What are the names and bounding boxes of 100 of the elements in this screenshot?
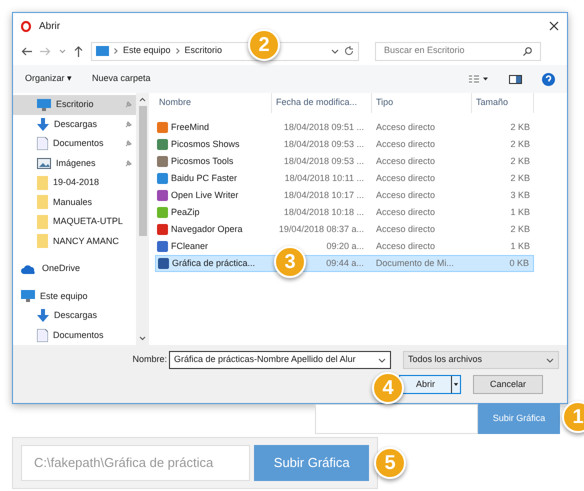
sidebar-item[interactable]: MAQUETA-UTPL (13, 212, 136, 232)
caret-icon (451, 376, 460, 393)
chevron-down-icon[interactable] (139, 336, 146, 341)
monitor-icon (37, 98, 51, 111)
file-type-dropdown[interactable]: Todos los archivos (403, 351, 559, 369)
file-date: 19/04/2018 08:37 a... (278, 222, 364, 236)
file-name: Picosmos Shows (171, 138, 240, 151)
file-type: Acceso directo (375, 172, 436, 185)
file-name-field[interactable]: Gráfica de prácticas-Nombre Apellido del Alur (169, 351, 391, 369)
pin-icon (125, 140, 132, 148)
pin-icon (125, 101, 132, 108)
sidebar-item[interactable]: Documentos (13, 326, 136, 345)
down-arrow-icon (37, 118, 49, 131)
breadcrumb[interactable]: Escritorio (184, 44, 222, 58)
file-date: 09:44 a... (326, 256, 364, 270)
file-size: 2 KB (509, 172, 531, 185)
file-row[interactable]: Picosmos Tools 18/04/2018 09:53 ... Acceso directo 2 KB (155, 153, 534, 170)
folder-icon (37, 195, 48, 210)
file-date: 18/04/2018 10:17 ... (284, 188, 364, 202)
file-type: Acceso directo (375, 120, 436, 134)
file-name: Gráfica de práctica... (172, 256, 256, 270)
chevron-up-icon[interactable] (139, 97, 146, 102)
opera-logo-icon (21, 20, 31, 32)
sidebar-item[interactable]: NANCY AMANC (13, 232, 136, 251)
file-row[interactable]: Open Live Writer 18/04/2018 10:17 ... Acceso directo 3 KB (155, 187, 534, 204)
file-size: 1 KB (509, 206, 531, 219)
scrollbar[interactable] (136, 93, 149, 345)
sidebar-item[interactable]: Escritorio (13, 95, 136, 114)
file-size: 2 KB (509, 154, 531, 168)
folder-icon (37, 176, 48, 190)
folder-icon (37, 214, 48, 229)
chevron-right-icon (114, 48, 118, 54)
column-header[interactable]: Tamaño (472, 93, 534, 113)
column-header[interactable]: Fecha de modifica... (272, 93, 372, 113)
file-name: Baidu PC Faster (171, 172, 238, 185)
organize-menu[interactable]: Organizar ▾ (25, 72, 72, 86)
folder-icon (37, 234, 48, 248)
up-arrow-icon[interactable] (74, 46, 83, 56)
file-date: 18/04/2018 09:53 ... (284, 154, 364, 168)
sidebar-item[interactable]: Imágenes (13, 154, 136, 173)
chevron-down-icon (546, 358, 554, 362)
sidebar-item[interactable]: OneDrive (13, 259, 136, 278)
file-row[interactable]: Picosmos Shows 18/04/2018 09:53 ... Acceso directo 2 KB (155, 136, 534, 153)
file-date: 18/04/2018 09:51 ... (284, 120, 364, 134)
file-row[interactable]: PeaZip 18/04/2018 10:18 ... Acceso directo 1 KB (155, 204, 534, 221)
chevron-down-icon[interactable] (331, 48, 339, 54)
file-size: 2 KB (509, 138, 531, 151)
sidebar-item[interactable]: Documentos (13, 134, 136, 154)
file-row[interactable]: Baidu PC Faster 18/04/2018 10:11 ... Acceso directo 2 KB (155, 170, 534, 187)
step-badge: 1 (562, 401, 584, 433)
file-name: Open Live Writer (171, 188, 238, 202)
column-header[interactable]: Nombre (155, 93, 272, 113)
document-icon (37, 328, 48, 342)
file-type: Documento de Mi... (374, 256, 455, 270)
pin-icon (125, 160, 132, 167)
sidebar-item[interactable]: Descargas (13, 114, 136, 134)
file-date: 18/04/2018 10:11 ... (284, 172, 364, 185)
new-folder-button[interactable]: Nueva carpeta (92, 72, 151, 86)
document-icon (37, 137, 48, 150)
file-path-field[interactable] (315, 404, 478, 434)
cancel-button[interactable]: Cancelar (473, 375, 543, 394)
file-name: PeaZip (171, 206, 200, 219)
monitor-icon (21, 290, 35, 302)
name-label: Nombre: (132, 353, 167, 366)
monitor-icon (96, 46, 109, 56)
chevron-right-icon (176, 48, 180, 54)
file-size: 3 KB (509, 188, 531, 202)
sidebar-item[interactable]: Este equipo (13, 286, 136, 306)
help-icon[interactable] (542, 72, 555, 86)
search-icon (523, 46, 532, 56)
down-arrow-icon (37, 309, 49, 322)
file-date: 09:20 a... (326, 240, 364, 253)
pin-icon (125, 120, 132, 128)
open-button[interactable]: Abrir (399, 375, 461, 394)
window-title: Abrir (39, 20, 60, 34)
file-size: 2 KB (509, 120, 531, 134)
file-date: 18/04/2018 09:53 ... (284, 138, 364, 151)
column-header[interactable]: Tipo (372, 93, 472, 113)
file-type: Acceso directo (375, 240, 436, 253)
file-date: 18/04/2018 10:18 ... (284, 206, 364, 219)
back-arrow-icon[interactable] (21, 46, 32, 56)
sidebar-item[interactable]: 19-04-2018 (13, 173, 136, 192)
file-name: Navegador Opera (171, 222, 243, 236)
refresh-icon[interactable] (344, 46, 354, 56)
view-options-icon[interactable] (469, 75, 489, 83)
file-row[interactable]: FreeMind 18/04/2018 09:51 ... Acceso directo 2 KB (155, 119, 534, 136)
preview-pane-icon[interactable] (509, 74, 522, 84)
file-name: FreeMind (171, 120, 210, 134)
file-name: Picosmos Tools (171, 154, 234, 168)
close-icon[interactable] (549, 21, 559, 31)
sidebar-item[interactable]: Manuales (13, 192, 136, 212)
sidebar-item[interactable]: Descargas (13, 306, 136, 326)
file-type: Acceso directo (375, 188, 436, 202)
cloud-icon (21, 264, 37, 274)
breadcrumb[interactable]: Este equipo (123, 44, 171, 58)
file-size: 0 KB (508, 256, 530, 270)
file-size: 1 KB (509, 240, 531, 253)
search-field[interactable]: Buscar en Escritorio (375, 42, 541, 60)
step-badge: 5 (374, 447, 406, 479)
file-row[interactable]: Navegador Opera 19/04/2018 08:37 a... Acceso directo 2 KB (155, 221, 534, 238)
